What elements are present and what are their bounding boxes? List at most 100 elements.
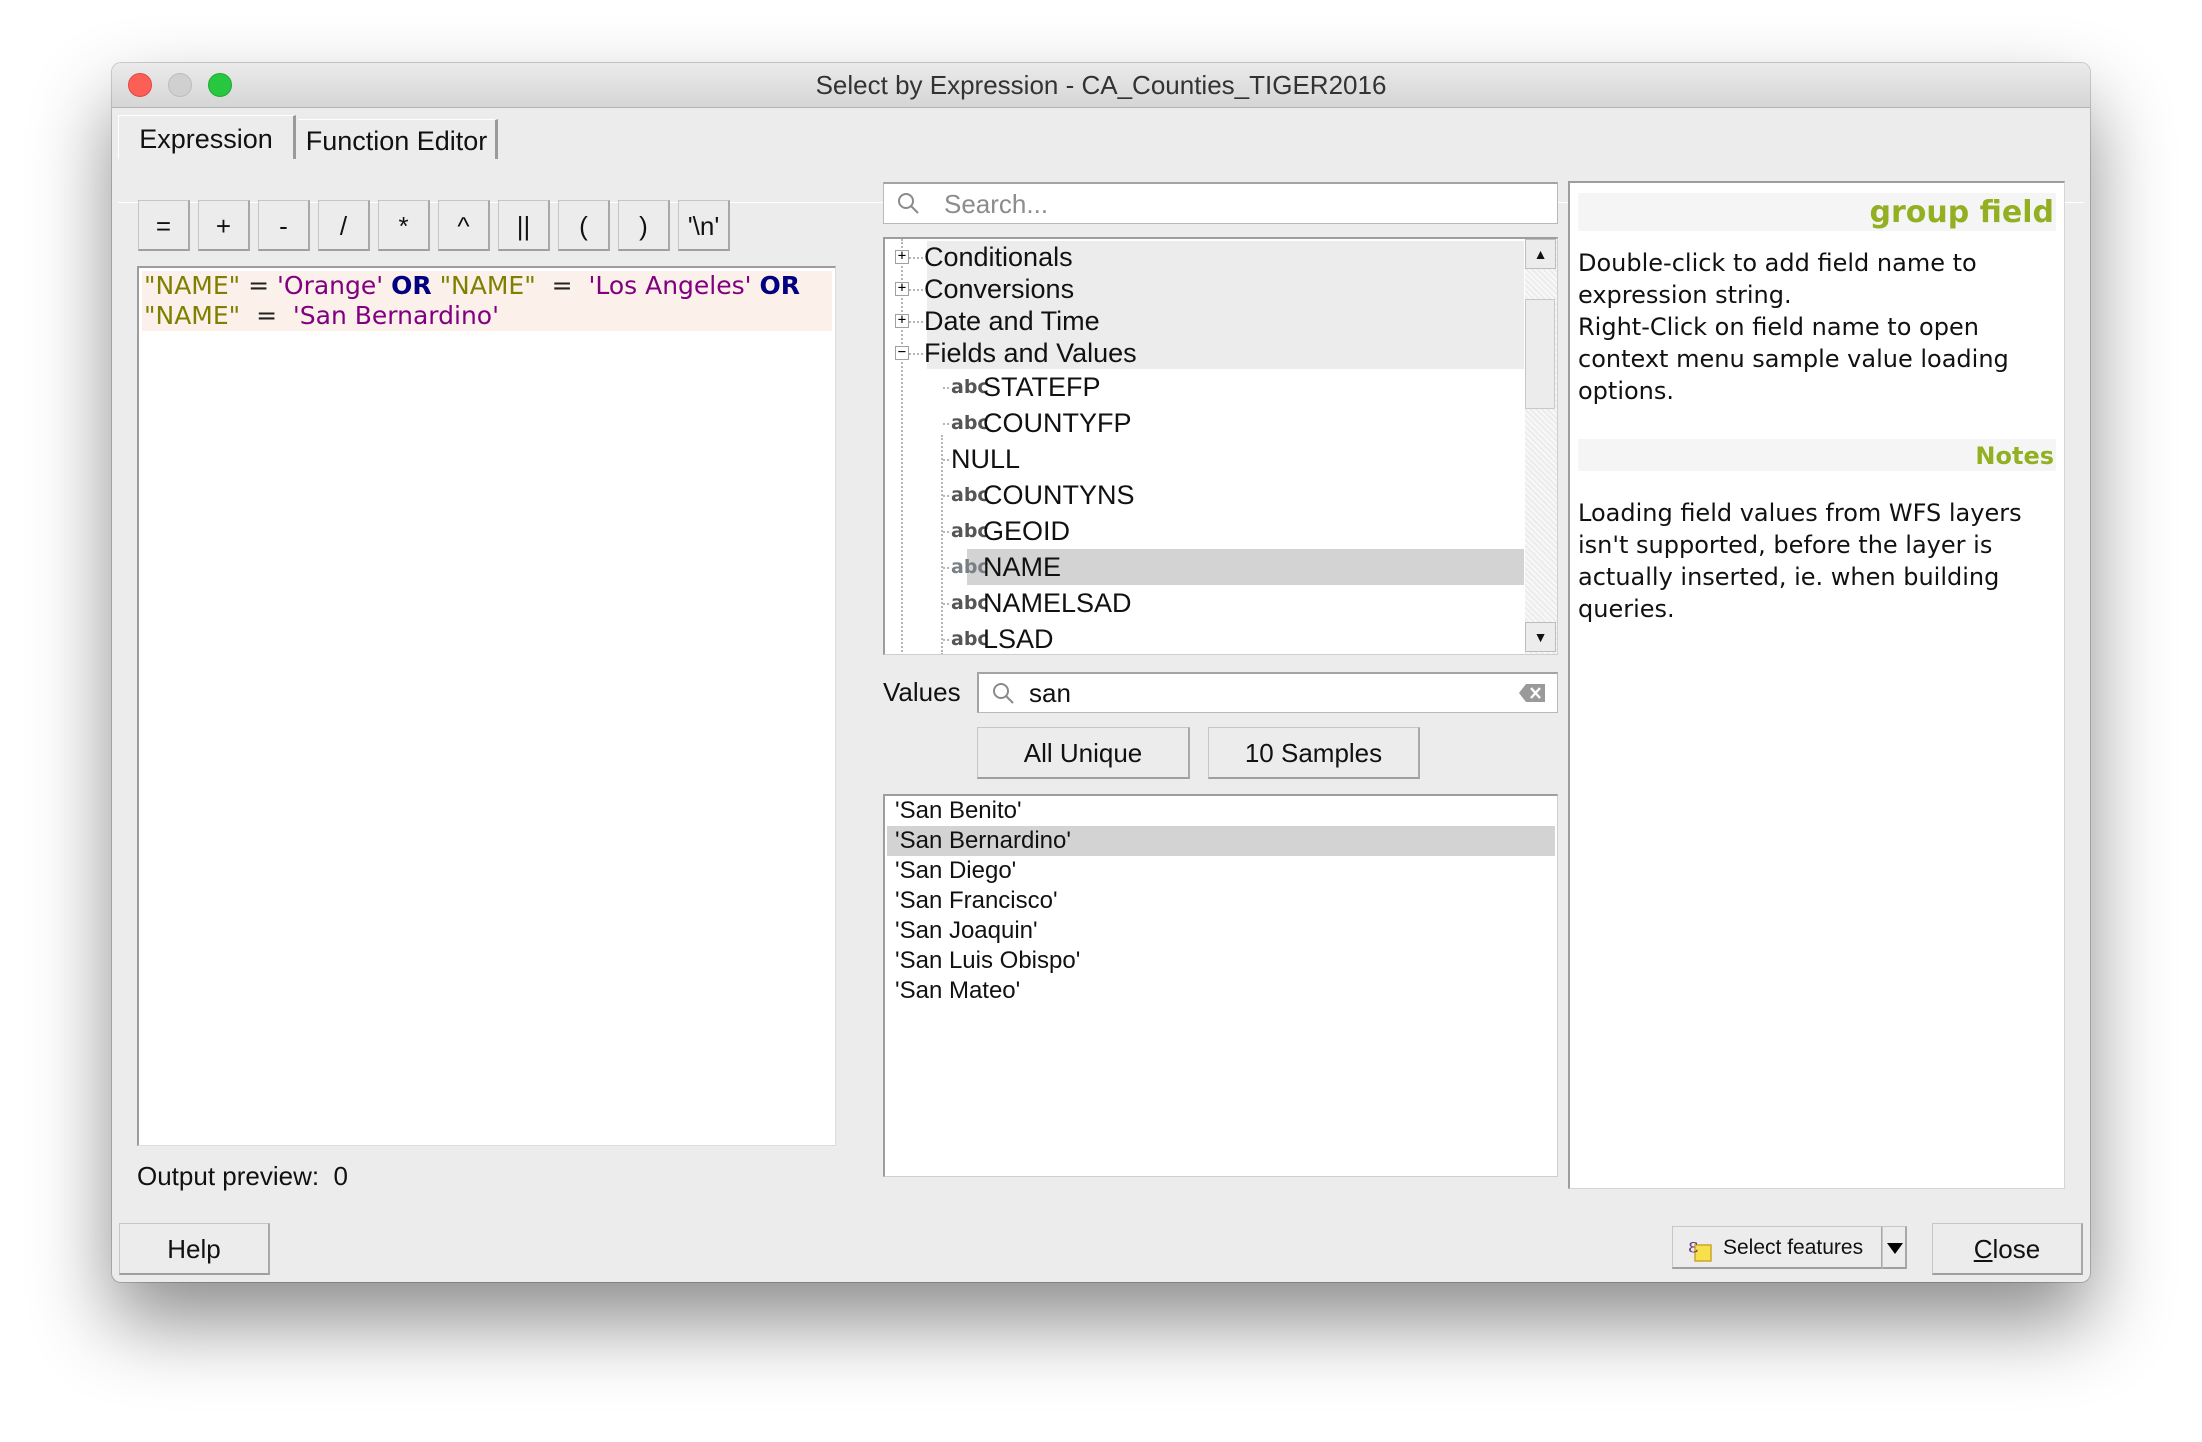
expression-token-str: 'Orange' [277, 271, 384, 300]
operator-plus-button[interactable]: + [198, 200, 250, 251]
function-tree[interactable]: + Conditionals + Conversions + Date and … [883, 237, 1558, 655]
all-unique-button[interactable]: All Unique [977, 727, 1190, 779]
output-preview: Output preview: 0 [137, 1161, 348, 1192]
window-title: Select by Expression - CA_Counties_TIGER… [815, 70, 1387, 100]
expand-plus-icon[interactable]: + [895, 281, 909, 296]
operator-power-button[interactable]: ^ [438, 200, 490, 251]
title-bar[interactable]: Select by Expression - CA_Counties_TIGER… [112, 63, 2090, 108]
tree-group-label: Date and Time [924, 306, 1100, 336]
expression-token-field: "NAME" [144, 271, 241, 300]
tree-field-lsad[interactable]: abc LSAD [885, 621, 1524, 654]
scroll-up-arrow-icon[interactable]: ▲ [1525, 239, 1556, 269]
tree-field-label: COUNTYFP [983, 408, 1132, 438]
tree-field-geoid[interactable]: abc GEOID [885, 513, 1524, 549]
operator-equals-button[interactable]: = [138, 200, 190, 251]
scrollbar-thumb[interactable] [1525, 299, 1555, 409]
tree-field-namelsad[interactable]: abc NAMELSAD [885, 585, 1524, 621]
expression-token-op: = [240, 301, 293, 330]
notes-body: Loading field values from WFS layers isn… [1578, 499, 2022, 623]
expression-token-op [432, 271, 440, 300]
tree-field-label: NAMELSAD [983, 588, 1132, 618]
ten-samples-button[interactable]: 10 Samples [1208, 727, 1420, 779]
expression-token-field: "NAME" [144, 301, 241, 330]
collapse-minus-icon[interactable]: − [895, 345, 909, 360]
expression-token-str: 'San Bernardino' [292, 301, 499, 330]
expression-text[interactable]: "NAME" = 'Orange' OR "NAME" = 'Los Angel… [142, 271, 832, 331]
operator-newline-button[interactable]: '\n' [678, 200, 730, 251]
output-preview-label: Output preview: [137, 1161, 320, 1191]
tree-group-conversions[interactable]: + Conversions [885, 273, 1524, 305]
tree-field-countyns[interactable]: abc COUNTYNS [885, 477, 1524, 513]
expression-token-field: "NAME" [439, 271, 536, 300]
expression-token-kw: OR [391, 271, 432, 300]
search-icon [898, 193, 919, 214]
value-item[interactable]: 'San Francisco' [887, 886, 1555, 916]
tree-field-label: GEOID [983, 516, 1071, 546]
tree-field-label: NULL [951, 444, 1021, 474]
value-item[interactable]: 'San Benito' [887, 796, 1555, 826]
value-item[interactable]: 'San Joaquin' [887, 916, 1555, 946]
select-by-expression-icon: ε [1688, 1233, 1712, 1262]
tab-bar: Expression Function Editor [112, 107, 2090, 203]
select-features-dropdown[interactable] [1882, 1226, 1907, 1269]
select-features-label: Select features [1723, 1236, 1864, 1259]
tree-group-label: Conversions [924, 274, 1075, 304]
operator-concat-button[interactable]: || [498, 200, 550, 251]
close-button[interactable]: Close [1932, 1223, 2083, 1275]
values-filter-text: san [1029, 678, 1071, 708]
value-item[interactable]: 'San Diego' [887, 856, 1555, 886]
tab-function-editor[interactable]: Function Editor [298, 119, 498, 159]
value-item-selected[interactable]: 'San Bernardino' [887, 826, 1555, 856]
help-body: Double-click to add field name to expres… [1578, 249, 2009, 405]
expand-plus-icon[interactable]: + [895, 249, 909, 264]
values-label: Values [883, 677, 961, 707]
expression-token-op [383, 271, 391, 300]
tree-field-null[interactable]: NULL [885, 441, 1524, 477]
close-mnemonic: C [1973, 1234, 1993, 1264]
dropdown-arrow-icon [1887, 1243, 1903, 1254]
scroll-down-arrow-icon[interactable]: ▼ [1525, 622, 1556, 652]
notes-heading: Notes [1578, 439, 2056, 471]
select-features-button[interactable]: ε Select features [1672, 1226, 1883, 1269]
tree-group-label: Fields and Values [924, 338, 1137, 368]
tree-group-fields-and-values[interactable]: − Fields and Values [885, 337, 1524, 369]
help-heading: group field [1578, 193, 2056, 231]
help-button[interactable]: Help [119, 1223, 270, 1275]
tree-field-label: LSAD [983, 624, 1054, 654]
help-panel: group field Double-click to add field na… [1568, 181, 2065, 1189]
function-search-input[interactable]: Search... [883, 182, 1558, 224]
tree-scrollbar[interactable]: ▲ ▼ [1525, 239, 1557, 654]
operator-multiply-button[interactable]: * [378, 200, 430, 251]
operator-divide-button[interactable]: / [318, 200, 370, 251]
expand-plus-icon[interactable]: + [895, 313, 909, 328]
tab-expression[interactable]: Expression [118, 115, 296, 159]
tree-field-label: STATEFP [983, 372, 1101, 402]
tree-field-name[interactable]: abc NAME [885, 549, 1524, 585]
values-filter-input[interactable]: san [977, 672, 1558, 713]
expression-token-kw: OR [759, 271, 800, 300]
expression-token-op: = [240, 271, 278, 300]
select-by-expression-dialog: Select by Expression - CA_Counties_TIGER… [112, 63, 2090, 1282]
expression-token-op: = [535, 271, 589, 300]
tree-field-statefp[interactable]: abc STATEFP [885, 369, 1524, 405]
expression-editor[interactable]: "NAME" = 'Orange' OR "NAME" = 'Los Angel… [137, 266, 836, 1146]
values-list[interactable]: 'San Benito' 'San Bernardino' 'San Diego… [883, 794, 1558, 1177]
tree-field-label: COUNTYNS [983, 480, 1135, 510]
value-item[interactable]: 'San Mateo' [887, 976, 1555, 1006]
tree-group-conditionals[interactable]: + Conditionals [885, 241, 1524, 273]
clear-input-icon[interactable] [1519, 684, 1545, 702]
close-label-rest: lose [1992, 1234, 2041, 1264]
tree-field-label: NAME [983, 552, 1062, 582]
operator-close-paren-button[interactable]: ) [618, 200, 670, 251]
value-item[interactable]: 'San Luis Obispo' [887, 946, 1555, 976]
output-preview-value: 0 [333, 1161, 349, 1191]
operator-open-paren-button[interactable]: ( [558, 200, 610, 251]
function-search-placeholder: Search... [944, 189, 1049, 219]
tree-field-countyfp[interactable]: abc COUNTYFP [885, 405, 1524, 441]
svg-text:ε: ε [1688, 1233, 1698, 1257]
operator-minus-button[interactable]: - [258, 200, 310, 251]
tree-group-label: Conditionals [924, 242, 1073, 272]
tree-group-date-and-time[interactable]: + Date and Time [885, 305, 1524, 337]
expression-token-str: 'Los Angeles' [588, 271, 752, 300]
search-icon [993, 683, 1014, 704]
